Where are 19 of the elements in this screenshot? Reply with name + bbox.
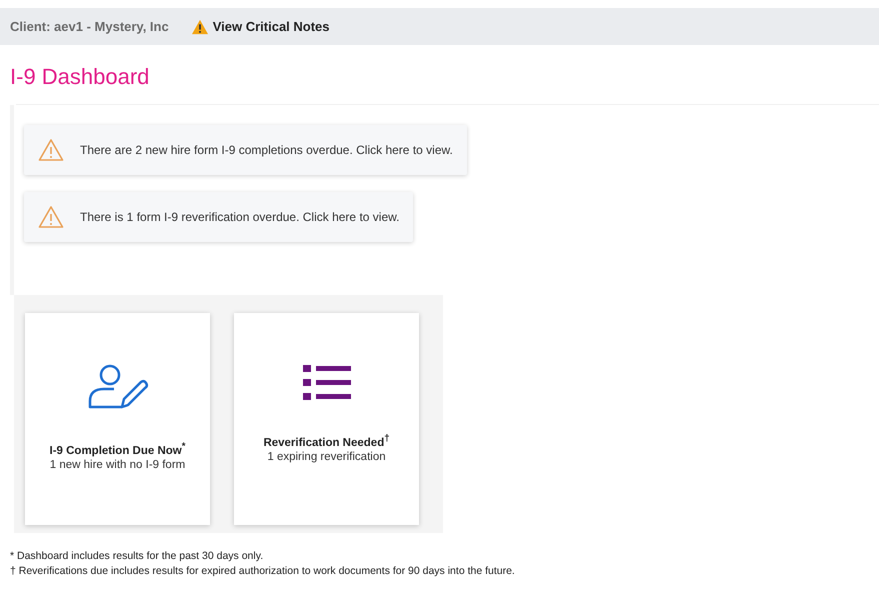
card-subtitle: 1 expiring reverification [267,450,386,463]
footnote: * Dashboard includes results for the past 30 days only. [10,549,264,564]
alert-message: There are 2 new hire form I-9 completions overdue. Click here to view. [80,143,453,157]
card-title: Reverification Needed$^{†}$ [263,433,390,449]
dashboard-card[interactable]: I-9 Completion Due Now$^{*}$ 1 new hire with no I-9 form [25,313,210,525]
footnote: † Reverifications due includes results for expired authorization to work documents for 90 days into the future. [10,564,516,579]
alert-message: There is 1 form I-9 reverification overdue. Click here to view. [80,210,400,224]
alert-banner[interactable]: There is 1 form I-9 reverification overdue. Click here to view. [24,192,414,242]
warning-icon [38,205,64,229]
warning-icon [190,18,209,34]
dashboard-card[interactable]: Reverification Needed$^{†}$ 1 expiring reverification [234,313,419,525]
list-icon [302,363,350,403]
alert-banner[interactable]: There are 2 new hire form I-9 completions overdue. Click here to view. [24,125,467,175]
client-label: Client: aev1 - Mystery, Inc [10,19,169,34]
card-title: I-9 Completion Due Now$^{*}$ [50,441,186,457]
card-subtitle: 1 new hire with no I-9 form [50,458,186,471]
warning-icon [38,138,64,162]
critical-notes-link[interactable]: View Critical Notes [212,19,330,34]
page-title: I-9 Dashboard [9,63,150,91]
